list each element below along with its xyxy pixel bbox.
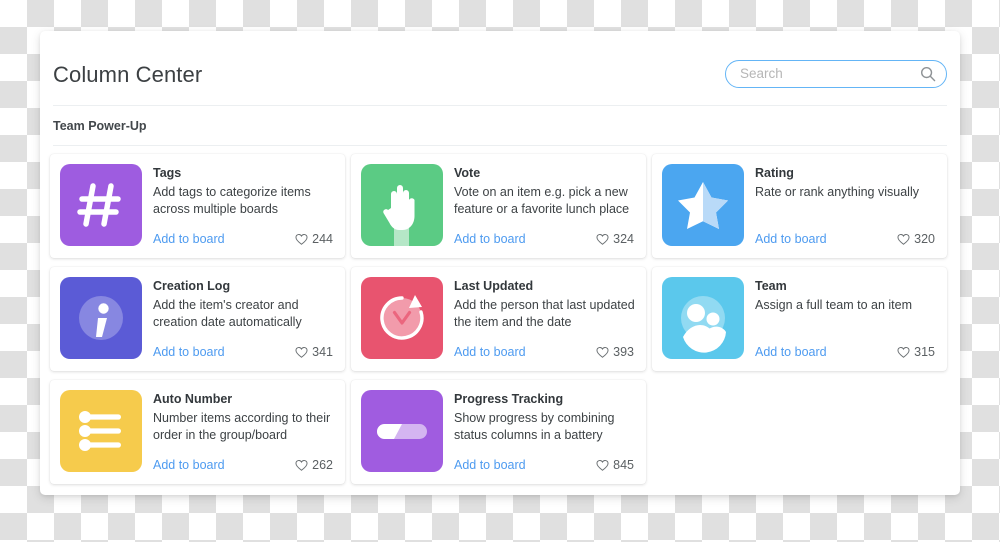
hash-icon [60, 164, 142, 246]
card-body: Progress Tracking Show progress by combi… [443, 390, 636, 474]
add-to-board-link[interactable]: Add to board [454, 232, 526, 246]
card-description: Add tags to categorize items across mult… [153, 185, 311, 216]
card-description: Rate or rank anything visually [755, 185, 919, 199]
like-count: 341 [312, 345, 333, 359]
card-title: Creation Log [153, 279, 231, 293]
column-center-panel: Column Center Team Power-Up [40, 31, 960, 495]
card-body: Tags Add tags to categorize items across… [142, 164, 335, 248]
add-to-board-link[interactable]: Add to board [755, 345, 827, 359]
card-description: Assign a full team to an item [755, 298, 913, 312]
history-clock-icon [361, 277, 443, 359]
panel-header: Column Center [40, 31, 960, 105]
like-counter[interactable]: 262 [295, 458, 335, 472]
heart-icon [596, 459, 609, 471]
card-footer: Add to board 244 [153, 232, 335, 246]
card-body: Auto Number Number items according to th… [142, 390, 335, 474]
card-progress-tracking[interactable]: Progress Tracking Show progress by combi… [351, 380, 646, 484]
like-count: 393 [613, 345, 634, 359]
section-label: Team Power-Up [53, 119, 147, 133]
card-auto-number[interactable]: Auto Number Number items according to th… [50, 380, 345, 484]
like-counter[interactable]: 845 [596, 458, 636, 472]
card-rating[interactable]: Rating Rate or rank anything visually Ad… [652, 154, 947, 258]
heart-icon [897, 233, 910, 245]
card-placeholder [652, 380, 947, 484]
like-count: 244 [312, 232, 333, 246]
page-title: Column Center [53, 62, 203, 87]
like-counter[interactable]: 393 [596, 345, 636, 359]
add-to-board-link[interactable]: Add to board [454, 458, 526, 472]
card-footer: Add to board 341 [153, 345, 335, 359]
like-counter[interactable]: 324 [596, 232, 636, 246]
add-to-board-link[interactable]: Add to board [454, 345, 526, 359]
like-count: 845 [613, 458, 634, 472]
card-description: Number items according to their order in… [153, 411, 331, 442]
heart-icon [596, 233, 609, 245]
add-to-board-link[interactable]: Add to board [153, 458, 225, 472]
card-title: Tags [153, 166, 182, 180]
card-footer: Add to board 320 [755, 232, 937, 246]
search-box[interactable] [725, 60, 947, 88]
card-creation-log[interactable]: Creation Log Add the item's creator and … [50, 267, 345, 371]
card-tags[interactable]: Tags Add tags to categorize items across… [50, 154, 345, 258]
search-icon[interactable] [920, 66, 936, 82]
card-team[interactable]: Team Assign a full team to an item Add t… [652, 267, 947, 371]
card-footer: Add to board 393 [454, 345, 636, 359]
card-body: Creation Log Add the item's creator and … [142, 277, 335, 361]
info-icon [60, 277, 142, 359]
card-title: Vote [454, 166, 481, 180]
star-icon [662, 164, 744, 246]
card-title: Rating [755, 166, 794, 180]
card-last-updated[interactable]: Last Updated Add the person that last up… [351, 267, 646, 371]
add-to-board-link[interactable]: Add to board [755, 232, 827, 246]
heart-icon [897, 346, 910, 358]
heart-icon [596, 346, 609, 358]
like-count: 320 [914, 232, 935, 246]
like-counter[interactable]: 315 [897, 345, 937, 359]
search-input[interactable] [740, 61, 910, 87]
heart-icon [295, 346, 308, 358]
like-counter[interactable]: 341 [295, 345, 335, 359]
card-body: Vote Vote on an item e.g. pick a new fea… [443, 164, 636, 248]
card-body: Last Updated Add the person that last up… [443, 277, 636, 361]
card-body: Rating Rate or rank anything visually Ad… [744, 164, 937, 248]
card-title: Progress Tracking [454, 392, 564, 406]
card-footer: Add to board 324 [454, 232, 636, 246]
card-description: Vote on an item e.g. pick a new feature … [454, 185, 630, 216]
like-counter[interactable]: 244 [295, 232, 335, 246]
like-count: 324 [613, 232, 634, 246]
people-icon [662, 277, 744, 359]
heart-icon [295, 459, 308, 471]
card-footer: Add to board 315 [755, 345, 937, 359]
card-footer: Add to board 845 [454, 458, 636, 472]
card-title: Auto Number [153, 392, 233, 406]
card-footer: Add to board 262 [153, 458, 335, 472]
card-description: Add the item's creator and creation date… [153, 298, 302, 329]
card-description: Add the person that last updated the ite… [454, 298, 635, 329]
battery-progress-icon [361, 390, 443, 472]
numbered-list-icon [60, 390, 142, 472]
like-counter[interactable]: 320 [897, 232, 937, 246]
add-to-board-link[interactable]: Add to board [153, 345, 225, 359]
add-to-board-link[interactable]: Add to board [153, 232, 225, 246]
card-vote[interactable]: Vote Vote on an item e.g. pick a new fea… [351, 154, 646, 258]
card-title: Team [755, 279, 787, 293]
card-title: Last Updated [454, 279, 534, 293]
heart-icon [295, 233, 308, 245]
card-body: Team Assign a full team to an item Add t… [744, 277, 937, 361]
card-description: Show progress by combining status column… [454, 411, 615, 442]
like-count: 315 [914, 345, 935, 359]
cards-grid: Tags Add tags to categorize items across… [40, 146, 960, 484]
raised-hand-icon [361, 164, 443, 246]
like-count: 262 [312, 458, 333, 472]
